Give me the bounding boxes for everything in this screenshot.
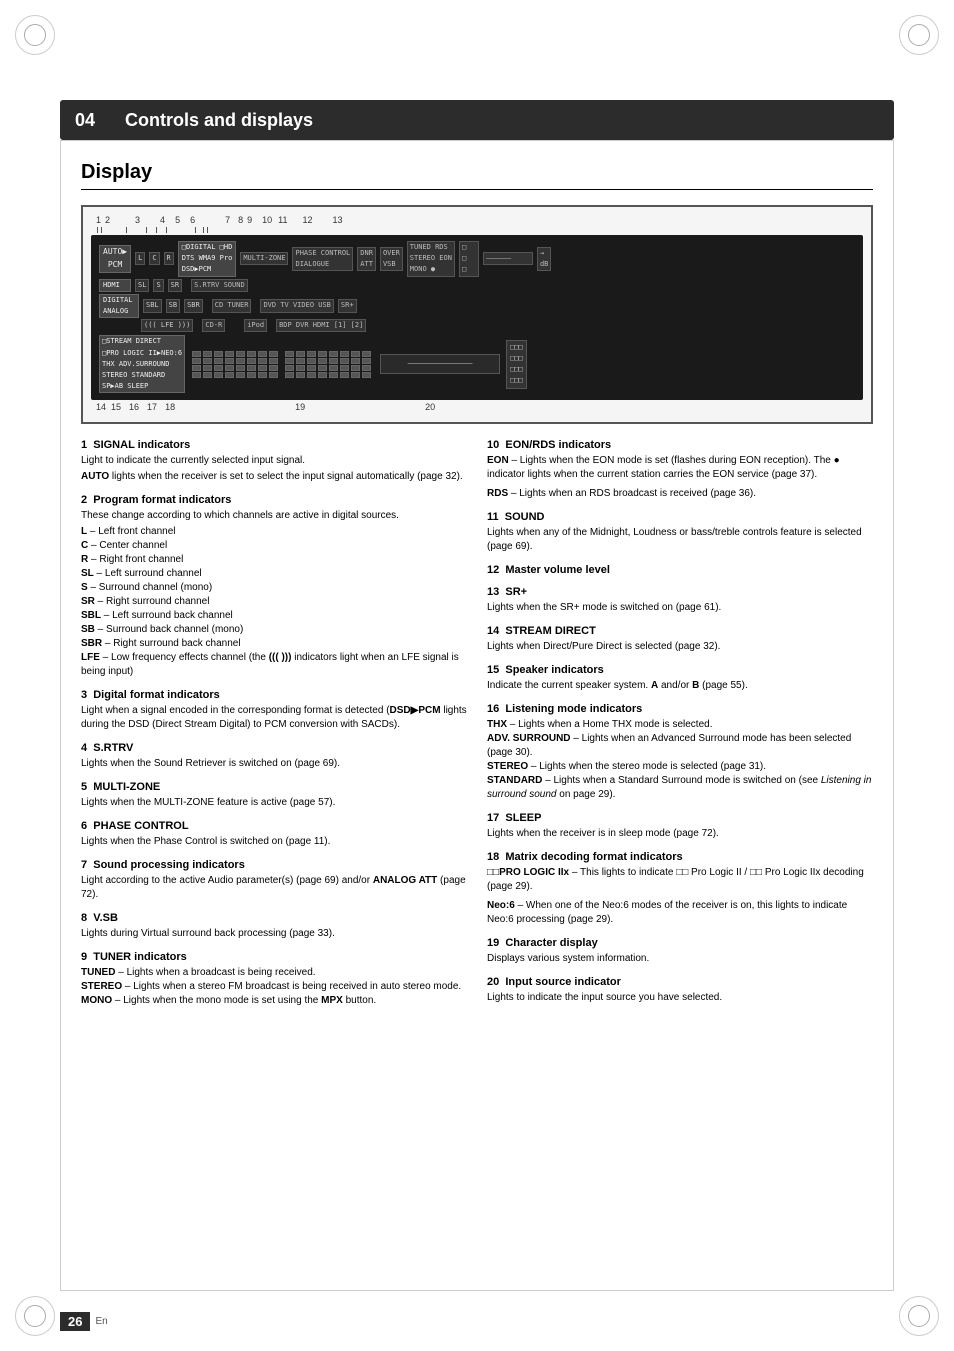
- desc-20-title: 20 Input source indicator: [487, 976, 873, 988]
- corner-decoration-tl: [15, 15, 55, 55]
- header-bar: 04 Controls and displays: [60, 100, 894, 140]
- corner-decoration-bl: [15, 1296, 55, 1336]
- diagram-ticks: [91, 227, 863, 233]
- desc-12-title: 12 Master volume level: [487, 564, 873, 576]
- desc-15-title: 15 Speaker indicators: [487, 664, 873, 676]
- desc-sound-processing: 7 Sound processing indicators Light acco…: [81, 859, 467, 902]
- desc-11-title: 11 SOUND: [487, 511, 873, 523]
- desc-stream-direct: 14 STREAM DIRECT Lights when Direct/Pure…: [487, 625, 873, 654]
- main-content: Display 1 2 3 4 5 6 7 8 9 10 11 12 13: [60, 140, 894, 1291]
- desc-listening-mode: 16 Listening mode indicators THX – Light…: [487, 703, 873, 802]
- descriptions-right: 10 EON/RDS indicators EON – Lights when …: [487, 439, 873, 1018]
- desc-master-volume: 12 Master volume level: [487, 564, 873, 576]
- display-diagram: 1 2 3 4 5 6 7 8 9 10 11 12 13: [81, 205, 873, 424]
- desc-input-source: 20 Input source indicator Lights to indi…: [487, 976, 873, 1005]
- page-number: 26: [60, 1312, 90, 1331]
- desc-19-title: 19 Character display: [487, 937, 873, 949]
- display-mockup: AUTO▶PCM L C R □DIGITAL □HDDTS WMA9 ProD…: [91, 235, 863, 400]
- desc-6-title: 6 PHASE CONTROL: [81, 820, 467, 832]
- desc-program-format: 2 Program format indicators These change…: [81, 494, 467, 679]
- descriptions-container: 1 SIGNAL indicators Light to indicate th…: [81, 439, 873, 1018]
- desc-vsb: 8 V.SB Lights during Virtual surround ba…: [81, 912, 467, 941]
- desc-8-title: 8 V.SB: [81, 912, 467, 924]
- desc-16-title: 16 Listening mode indicators: [487, 703, 873, 715]
- section-title: Display: [81, 161, 873, 190]
- chapter-number: 04: [75, 110, 105, 131]
- diagram-top-numbers: 1 2 3 4 5 6 7 8 9 10 11 12 13: [91, 215, 863, 225]
- corner-decoration-tr: [899, 15, 939, 55]
- desc-17-title: 17 SLEEP: [487, 812, 873, 824]
- desc-matrix-decoding: 18 Matrix decoding format indicators □□P…: [487, 851, 873, 927]
- descriptions-left: 1 SIGNAL indicators Light to indicate th…: [81, 439, 467, 1018]
- desc-14-title: 14 STREAM DIRECT: [487, 625, 873, 637]
- desc-multizone: 5 MULTI-ZONE Lights when the MULTI-ZONE …: [81, 781, 467, 810]
- corner-decoration-br: [899, 1296, 939, 1336]
- diagram-bottom-numbers: 14 15 16 17 18 19 20: [91, 400, 863, 414]
- desc-2-title: 2 Program format indicators: [81, 494, 467, 506]
- desc-tuner-indicators: 9 TUNER indicators TUNED – Lights when a…: [81, 951, 467, 1008]
- desc-7-title: 7 Sound processing indicators: [81, 859, 467, 871]
- desc-sound: 11 SOUND Lights when any of the Midnight…: [487, 511, 873, 554]
- desc-digital-format: 3 Digital format indicators Light when a…: [81, 689, 467, 732]
- desc-5-title: 5 MULTI-ZONE: [81, 781, 467, 793]
- desc-10-title: 10 EON/RDS indicators: [487, 439, 873, 451]
- desc-speaker-indicators: 15 Speaker indicators Indicate the curre…: [487, 664, 873, 693]
- desc-eon-rds: 10 EON/RDS indicators EON – Lights when …: [487, 439, 873, 501]
- desc-sr-plus: 13 SR+ Lights when the SR+ mode is switc…: [487, 586, 873, 615]
- desc-signal-indicators: 1 SIGNAL indicators Light to indicate th…: [81, 439, 467, 484]
- desc-9-title: 9 TUNER indicators: [81, 951, 467, 963]
- page-title: Controls and displays: [125, 110, 313, 131]
- desc-srtrv: 4 S.RTRV Lights when the Sound Retriever…: [81, 742, 467, 771]
- desc-1-title: 1 SIGNAL indicators: [81, 439, 467, 451]
- desc-18-title: 18 Matrix decoding format indicators: [487, 851, 873, 863]
- page-footer: 26 En: [60, 1312, 108, 1331]
- desc-character-display: 19 Character display Displays various sy…: [487, 937, 873, 966]
- desc-3-title: 3 Digital format indicators: [81, 689, 467, 701]
- desc-4-title: 4 S.RTRV: [81, 742, 467, 754]
- page-lang: En: [95, 1316, 107, 1327]
- desc-phase-control: 6 PHASE CONTROL Lights when the Phase Co…: [81, 820, 467, 849]
- desc-13-title: 13 SR+: [487, 586, 873, 598]
- desc-sleep: 17 SLEEP Lights when the receiver is in …: [487, 812, 873, 841]
